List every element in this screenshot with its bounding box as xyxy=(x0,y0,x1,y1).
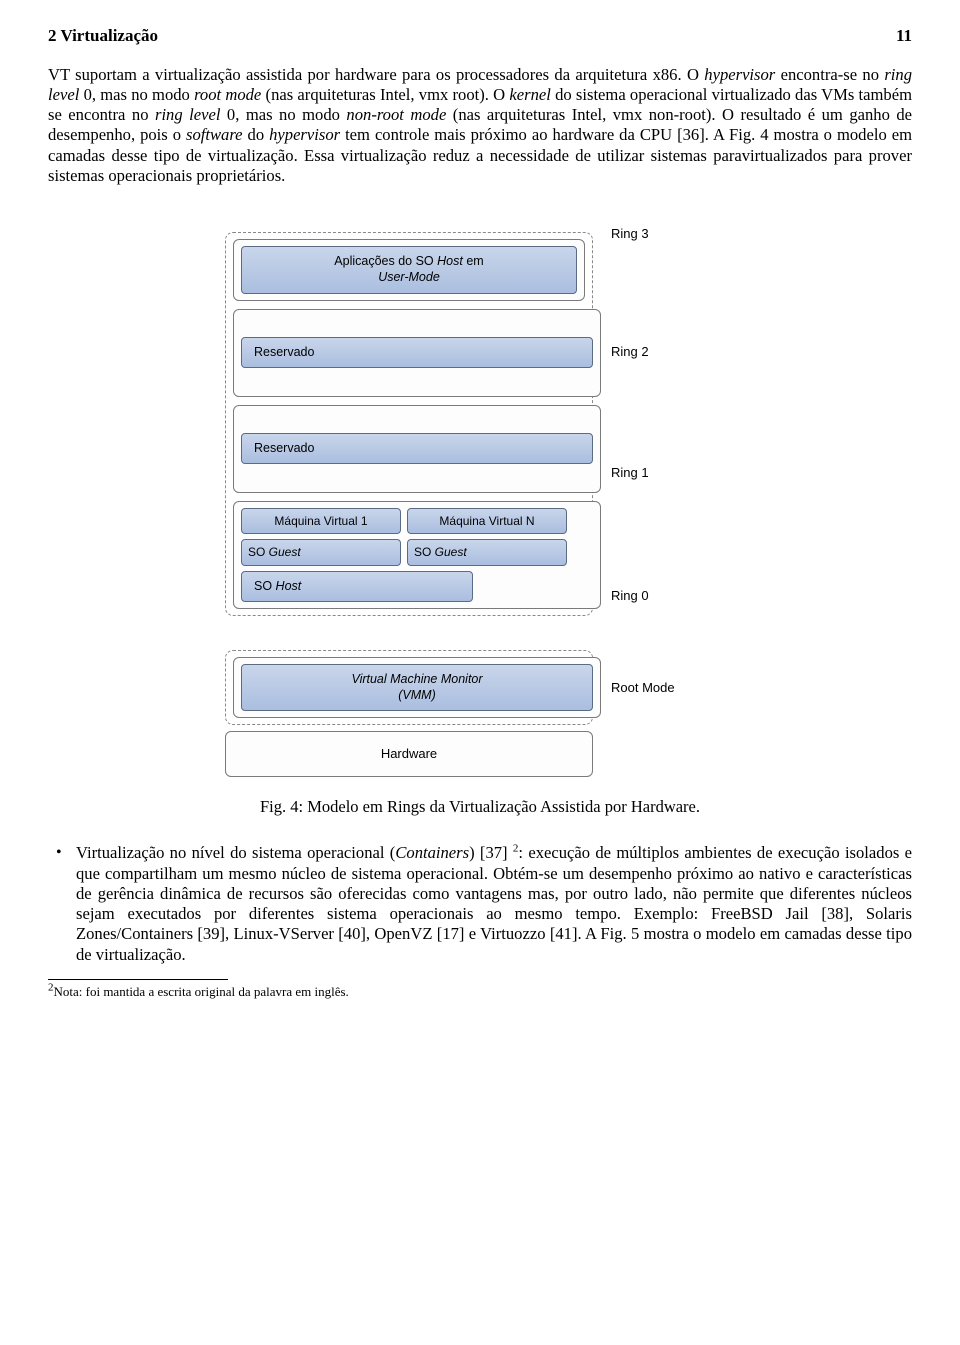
ring0-label: Ring 0 xyxy=(611,588,706,604)
so-host-block: SO Host xyxy=(241,571,473,602)
vm1-block: Máquina Virtual 1 xyxy=(241,508,401,535)
bullet-list: Virtualização no nível do sistema operac… xyxy=(48,843,912,964)
page-number: 11 xyxy=(896,26,912,47)
root-mode-group: Virtual Machine Monitor (VMM) xyxy=(225,650,593,725)
ring3-apps-block: Aplicações do SO Host em User-Mode xyxy=(241,246,577,293)
figure-4: Aplicações do SO Host em User-Mode Reser… xyxy=(48,204,912,817)
ring3-label: Ring 3 xyxy=(611,226,706,242)
non-root-mode-group: Aplicações do SO Host em User-Mode Reser… xyxy=(225,232,593,616)
page-header: 2 Virtualização 11 xyxy=(48,26,912,47)
ring2-container: Reservado xyxy=(233,309,601,397)
section-title: 2 Virtualização xyxy=(48,26,158,47)
bullet-item-containers: Virtualização no nível do sistema operac… xyxy=(48,843,912,964)
ring-diagram: Aplicações do SO Host em User-Mode Reser… xyxy=(225,204,735,781)
hardware-block: Hardware xyxy=(233,746,585,762)
vm1-so-guest: SO Guest xyxy=(241,539,401,566)
ring1-container: Reservado xyxy=(233,405,601,493)
figure-4-caption: Fig. 4: Modelo em Rings da Virtualização… xyxy=(260,797,700,817)
paragraph-1: VT suportam a virtualização assistida po… xyxy=(48,65,912,186)
ring2-reserved-block: Reservado xyxy=(241,337,593,368)
ring0-container: Máquina Virtual 1 SO Guest Máquina Virtu… xyxy=(233,501,601,610)
footnote-divider xyxy=(48,979,228,980)
ring1-label: Ring 1 xyxy=(611,465,706,481)
ring1-reserved-block: Reservado xyxy=(241,433,593,464)
vmm-container: Virtual Machine Monitor (VMM) xyxy=(233,657,601,718)
root-mode-label: Root Mode xyxy=(611,680,706,696)
hardware-container: Hardware xyxy=(225,731,593,777)
ring2-label: Ring 2 xyxy=(611,344,706,360)
footnote-2: 2Nota: foi mantida a escrita original da… xyxy=(48,984,912,1000)
vmm-block: Virtual Machine Monitor (VMM) xyxy=(241,664,593,711)
ring3-container: Aplicações do SO Host em User-Mode xyxy=(233,239,585,300)
vmN-block: Máquina Virtual N xyxy=(407,508,567,535)
vmN-so-guest: SO Guest xyxy=(407,539,567,566)
